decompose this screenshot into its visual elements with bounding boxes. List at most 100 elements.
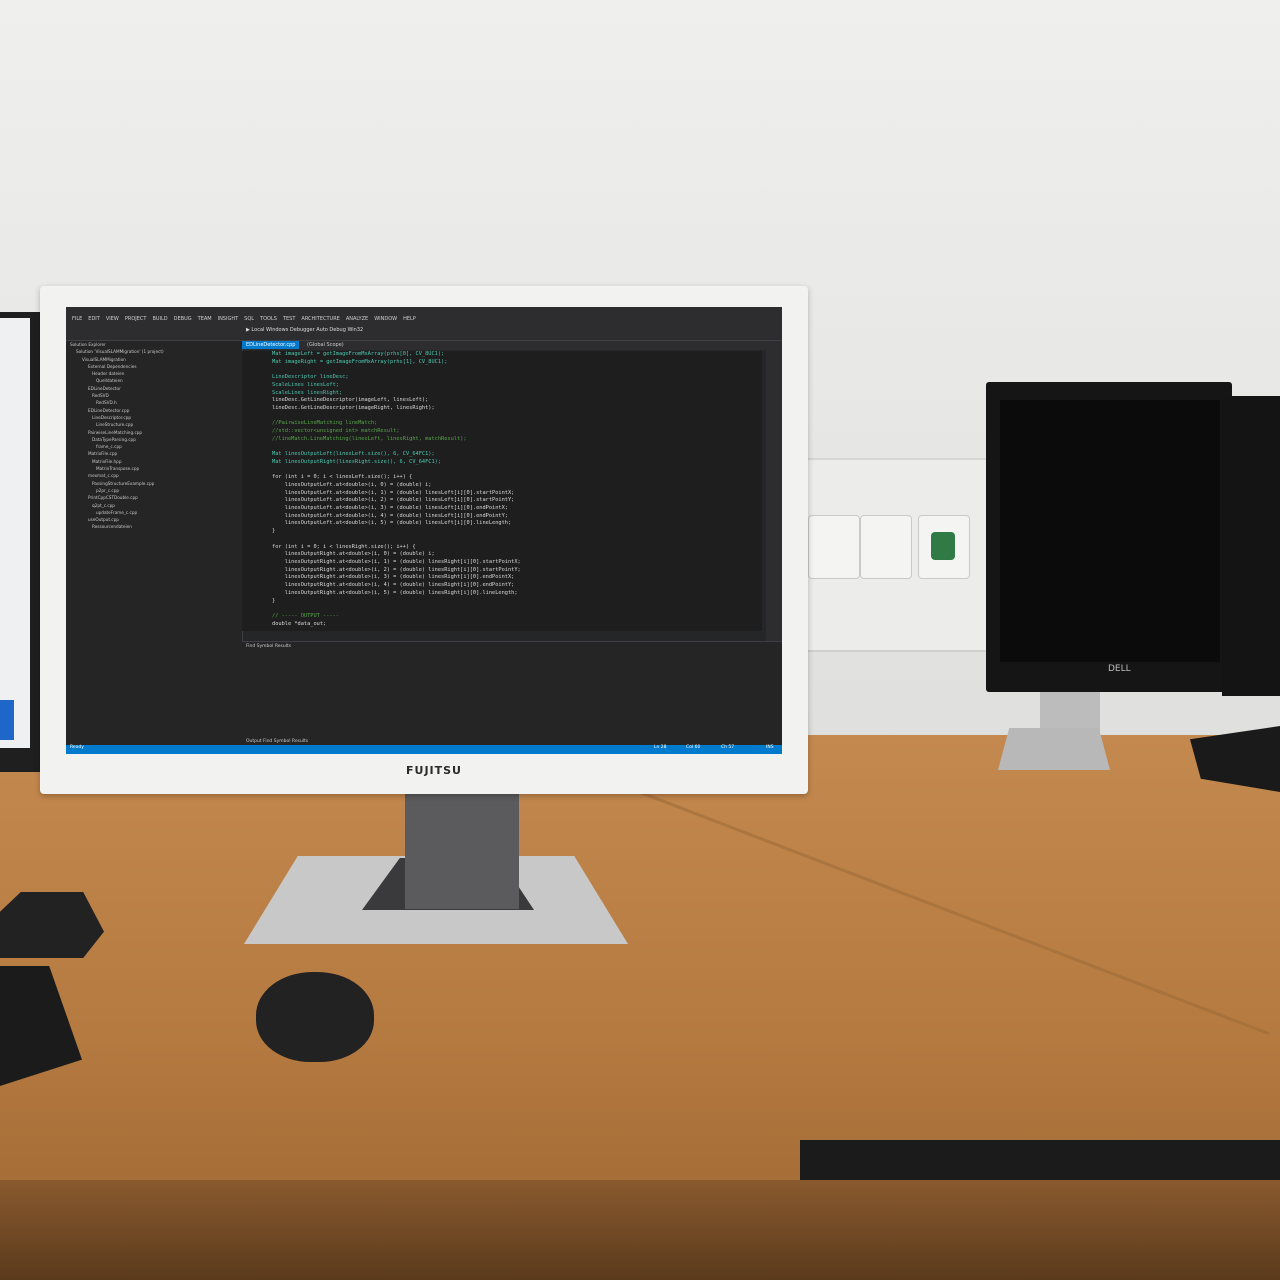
menu-item[interactable]: TEST: [283, 316, 295, 322]
code-line: Mat imageRight = getImageFromMxArray(prh…: [272, 358, 448, 365]
solution-item[interactable]: LineStructure.cpp: [66, 421, 242, 428]
menu-item[interactable]: HELP: [403, 316, 416, 322]
solution-item[interactable]: frame_c.cpp: [66, 443, 242, 450]
solution-item[interactable]: LineDescriptor.cpp: [66, 414, 242, 421]
code-line: Mat linesOutputRight(linesRight.size(), …: [272, 458, 442, 465]
menu-item[interactable]: DEBUG: [174, 316, 192, 322]
solution-item[interactable]: p2pr_c.cpp: [66, 487, 242, 494]
code-line: linesOutputLeft.at<double>(i, 4) = (doub…: [272, 512, 508, 519]
status-mode: INS: [766, 745, 774, 750]
solution-item[interactable]: PassingStructureExample.cpp: [66, 480, 242, 487]
code-line: }: [272, 597, 276, 604]
dell-monitor-screen: [1000, 400, 1220, 662]
code-line: //PairwiseLineMatching lineMatch;: [272, 420, 378, 427]
solution-item[interactable]: Solution Explorer: [66, 341, 242, 348]
code-line: double *data_out;: [272, 620, 327, 627]
code-line: Mat imageLeft = getImageFromMxArray(prhs…: [272, 351, 445, 357]
menu-item[interactable]: ARCHITECTURE: [301, 316, 339, 322]
menu-item[interactable]: FILE: [72, 316, 82, 322]
solution-item[interactable]: DataTypeParsing.cpp: [66, 436, 242, 443]
code-line: for (int i = 0; i < linesLeft.size(); i+…: [272, 474, 413, 481]
code-line: LineDescriptor lineDesc;: [272, 374, 349, 381]
code-line: linesOutputLeft.at<double>(i, 5) = (doub…: [272, 520, 512, 527]
find-symbol-results-panel: Find Symbol Results Output Find Symbol R…: [242, 641, 782, 746]
code-line: linesOutputRight.at<double>(i, 4) = (dou…: [272, 582, 515, 589]
menu-item[interactable]: INSIGHT: [218, 316, 239, 322]
left-monitor-screen: [0, 318, 30, 748]
menu-item[interactable]: PROJECT: [125, 316, 147, 322]
bottom-panel-tabs[interactable]: Output Find Symbol Results: [246, 739, 308, 744]
scope-dropdown[interactable]: (Global Scope): [307, 342, 344, 348]
dell-stand-base: [998, 728, 1110, 770]
solution-item[interactable]: MatrixFile.cpp: [66, 450, 242, 457]
solution-item[interactable]: useOutput.cpp: [66, 516, 242, 523]
computer-mouse: [256, 972, 374, 1062]
solution-item[interactable]: MatrixTranspose.cpp: [66, 465, 242, 472]
left-monitor-taskbar: [0, 700, 14, 740]
ide-menubar: FILE EDIT VIEW PROJECT BUILD DEBUG TEAM INSIGHT…: [66, 316, 782, 327]
editor-tab-strip: EDLineDetector.cpp (Global Scope): [242, 341, 782, 350]
code-line: }: [272, 528, 276, 535]
solution-item[interactable]: mexmat_c.cpp: [66, 472, 242, 479]
code-line: linesOutputLeft.at<double>(i, 3) = (doub…: [272, 505, 508, 512]
solution-item[interactable]: EDLineDetector: [66, 385, 242, 392]
solution-item[interactable]: EDLineDetector.cpp: [66, 407, 242, 414]
solution-item[interactable]: RedSVD: [66, 392, 242, 399]
solution-item[interactable]: Ressourcendateien: [66, 523, 242, 530]
menu-item[interactable]: TEAM: [198, 316, 212, 322]
monitor-neck: [405, 794, 519, 909]
menu-item[interactable]: BUILD: [152, 316, 167, 322]
solution-item[interactable]: PairwiseLineMatching.cpp: [66, 429, 242, 436]
ide-titlebar: [66, 307, 782, 316]
menu-item[interactable]: WINDOW: [374, 316, 397, 322]
solution-item[interactable]: updateFrame_c.cpp: [66, 509, 242, 516]
solution-item[interactable]: External Dependencies: [66, 363, 242, 370]
code-line: // ----- OUTPUT -----: [272, 612, 339, 619]
solution-item[interactable]: Header dateien: [66, 370, 242, 377]
editor-tab-active[interactable]: EDLineDetector.cpp: [242, 341, 300, 349]
status-col: Col 60: [686, 745, 701, 750]
menu-item[interactable]: EDIT: [88, 316, 100, 322]
solution-item[interactable]: Quelldateien: [66, 377, 242, 384]
code-line: //std::vector<unsigned int> matchResult;: [272, 428, 400, 435]
speaker: [0, 892, 104, 958]
right-tool-strip: [766, 341, 782, 641]
solution-item[interactable]: VisualSLAMMigration: [66, 356, 242, 363]
menu-item[interactable]: SQL: [244, 316, 254, 322]
code-line: linesOutputRight.at<double>(i, 1) = (dou…: [272, 558, 521, 565]
status-ready: Ready: [70, 745, 84, 750]
find-panel-title: Find Symbol Results: [246, 644, 292, 649]
code-line: linesOutputLeft.at<double>(i, 1) = (doub…: [272, 489, 515, 496]
wall-socket: [808, 515, 860, 579]
solution-item[interactable]: PrintCppCSTDouble.cpp: [66, 494, 242, 501]
network-socket: [860, 515, 912, 579]
code-editor[interactable]: Mat imageLeft = getImageFromMxArray(prhs…: [242, 351, 762, 631]
fujitsu-logo: FUJITSU: [406, 764, 462, 777]
solution-item[interactable]: MatrixFile.hpp: [66, 458, 242, 465]
solution-item[interactable]: q2pt_c.cpp: [66, 502, 242, 509]
code-line: ScaleLines linesLeft;: [272, 381, 339, 388]
status-line: Ln 28: [654, 745, 667, 750]
menu-item[interactable]: VIEW: [106, 316, 119, 322]
code-line: linesOutputLeft.at<double>(i, 0) = (doub…: [272, 481, 432, 488]
code-line: linesOutputRight.at<double>(i, 0) = (dou…: [272, 551, 435, 558]
solution-explorer: Solution Explorer Solution 'VisualSLAMMig…: [66, 341, 243, 745]
solution-item[interactable]: Solution 'VisualSLAMMigration' (1 projec…: [66, 348, 242, 355]
solution-item[interactable]: RedSVD.h: [66, 399, 242, 406]
second-dell-monitor: [1222, 396, 1280, 696]
ide-statusbar: Ready Ln 28 Col 60 Ch 57 INS: [66, 745, 782, 754]
code-line: linesOutputLeft.at<double>(i, 2) = (doub…: [272, 497, 515, 504]
code-line: lineDesc.GetLineDescriptor(imageRight, l…: [272, 404, 435, 411]
code-line: linesOutputRight.at<double>(i, 5) = (dou…: [272, 589, 518, 596]
debug-toolbar-label[interactable]: ▶ Local Windows Debugger Auto Debug Win3…: [246, 327, 363, 333]
menu-item[interactable]: ANALYZE: [346, 316, 368, 322]
code-line: for (int i = 0; i < linesRight.size(); i…: [272, 543, 416, 550]
menu-item[interactable]: TOOLS: [260, 316, 277, 322]
code-line: //lineMatch.LineMatching(linesLeft, line…: [272, 435, 467, 442]
